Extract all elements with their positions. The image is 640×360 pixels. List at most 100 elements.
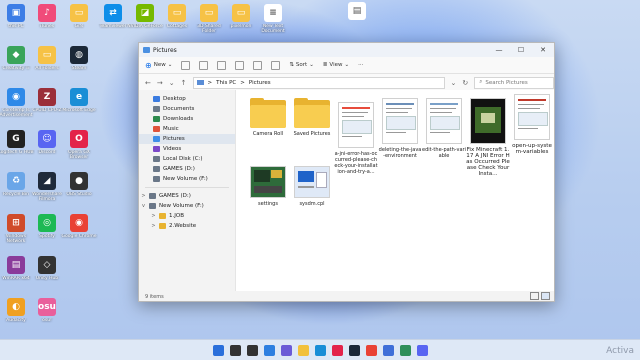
desktop-icon[interactable]: ▭ Gifs bbox=[60, 4, 98, 29]
forward-arrow-icon[interactable]: → bbox=[157, 79, 163, 87]
folder-icon bbox=[153, 156, 160, 162]
image-file-item[interactable]: sysdm.cpl bbox=[290, 166, 334, 207]
tab-pictures[interactable]: Pictures bbox=[143, 47, 177, 54]
view-button[interactable]: ≣ View ⌄ bbox=[323, 62, 349, 68]
sidebar-item[interactable]: > GAMES (D:) bbox=[139, 191, 235, 201]
task-view-icon[interactable] bbox=[246, 344, 258, 356]
sidebar-item-label: Pictures bbox=[163, 136, 185, 142]
sidebar-item-label: Downloads bbox=[163, 116, 194, 122]
discord-icon[interactable] bbox=[416, 344, 428, 356]
file-name-label: a-jni-error-has-occurred-please-check-yo… bbox=[334, 151, 378, 175]
cut-icon[interactable] bbox=[181, 60, 191, 70]
rename-icon[interactable] bbox=[235, 60, 245, 70]
desktop-icon[interactable]: ● OBS Studio bbox=[60, 172, 98, 197]
app-icon: ▤ bbox=[7, 256, 25, 274]
widgets-icon[interactable] bbox=[263, 344, 275, 356]
delete-icon[interactable] bbox=[271, 60, 281, 70]
address-dropdown-icon[interactable]: ⌄ bbox=[451, 79, 457, 87]
desktop-icon[interactable]: e Microsoft Edge bbox=[60, 88, 98, 113]
history-chevron-icon[interactable]: ⌄ bbox=[169, 79, 175, 87]
sidebar-item[interactable]: >1.JOB bbox=[139, 211, 235, 221]
desktop-icon[interactable]: ▤ bbox=[338, 2, 376, 22]
view-toggle bbox=[530, 292, 550, 300]
desktop-icon[interactable]: ◍ Steam bbox=[60, 46, 98, 71]
app-icon: ◉ bbox=[70, 214, 88, 232]
desktop-icon[interactable]: ◉ Google Chrome bbox=[60, 214, 98, 239]
image-file-item[interactable]: edit-the-path-variable bbox=[422, 98, 466, 159]
sidebar-item-label: Documents bbox=[163, 106, 195, 112]
sort-button[interactable]: ⇅ Sort ⌄ bbox=[289, 62, 314, 68]
back-arrow-icon[interactable]: ← bbox=[145, 79, 151, 87]
app-icon[interactable] bbox=[399, 344, 411, 356]
sidebar-item[interactable]: New Volume (F:) bbox=[139, 174, 235, 184]
folder-item[interactable]: Camera Roll bbox=[246, 98, 290, 137]
image-file-item[interactable]: open-up-system-variables bbox=[510, 94, 554, 155]
file-explorer-icon[interactable] bbox=[297, 344, 309, 356]
copy-icon[interactable] bbox=[199, 60, 209, 70]
details-view-icon[interactable] bbox=[530, 292, 539, 300]
breadcrumb-pictures[interactable]: Pictures bbox=[249, 80, 271, 86]
chat-icon[interactable] bbox=[280, 344, 292, 356]
sidebar-item[interactable]: Local Disk (C:) bbox=[139, 154, 235, 164]
large-icons-view-icon[interactable] bbox=[541, 292, 550, 300]
expand-chevron-icon[interactable]: > bbox=[151, 213, 156, 219]
sidebar-item-label: Videos bbox=[163, 146, 182, 152]
breadcrumb-this-pc[interactable]: This PC bbox=[216, 80, 236, 86]
share-icon[interactable] bbox=[253, 60, 263, 70]
image-thumbnail bbox=[470, 98, 506, 144]
app-icon: ♪ bbox=[38, 4, 56, 22]
desktop-icon[interactable]: ≡ New Text Document bbox=[254, 4, 292, 34]
chrome-icon[interactable] bbox=[365, 344, 377, 356]
app-icon: O bbox=[70, 130, 88, 148]
new-label: New bbox=[153, 62, 166, 68]
app-icon: osu bbox=[38, 298, 56, 316]
search-placeholder: Search Pictures bbox=[485, 79, 528, 86]
image-file-item[interactable]: settings bbox=[246, 166, 290, 207]
sidebar-item[interactable]: Pictures bbox=[139, 134, 235, 144]
new-button[interactable]: ⊕ New ⌄ bbox=[145, 61, 172, 70]
image-file-item[interactable]: Fix Minecraft 1.17 A JNI Error Has Occur… bbox=[466, 98, 510, 177]
sidebar-item[interactable]: Downloads bbox=[139, 114, 235, 124]
sidebar-item-label: New Volume (F:) bbox=[159, 203, 204, 209]
close-icon[interactable]: ✕ bbox=[532, 43, 554, 57]
sidebar-item[interactable]: Documents bbox=[139, 104, 235, 114]
steam-icon[interactable] bbox=[348, 344, 360, 356]
maximize-icon[interactable]: ☐ bbox=[510, 43, 532, 57]
refresh-icon[interactable]: ↻ bbox=[462, 79, 468, 87]
sidebar-item-label: Local Disk (C:) bbox=[163, 156, 203, 162]
start-icon[interactable] bbox=[212, 344, 224, 356]
address-bar[interactable]: > This PC > Pictures bbox=[192, 76, 445, 89]
search-input[interactable]: ⌕ Search Pictures bbox=[474, 76, 554, 89]
expand-chevron-icon[interactable]: v bbox=[141, 203, 146, 209]
sidebar-item-label: GAMES (D:) bbox=[159, 193, 191, 199]
paste-icon[interactable] bbox=[217, 60, 227, 70]
image-file-item[interactable]: deleting-the-java-environment bbox=[378, 98, 422, 159]
folder-icon bbox=[153, 116, 160, 122]
image-file-item[interactable]: a-jni-error-has-occurred-please-check-yo… bbox=[334, 102, 378, 175]
folder-item[interactable]: Saved Pictures bbox=[290, 98, 334, 137]
opera-icon[interactable] bbox=[331, 344, 343, 356]
sidebar-item[interactable]: Desktop bbox=[139, 94, 235, 104]
store-icon[interactable] bbox=[382, 344, 394, 356]
sidebar-item[interactable]: Music bbox=[139, 124, 235, 134]
desktop-icon[interactable]: ◇ Unity Hub bbox=[28, 256, 66, 281]
image-thumbnail bbox=[294, 166, 330, 198]
sidebar-item[interactable]: >2.Website bbox=[139, 221, 235, 231]
expand-chevron-icon[interactable]: > bbox=[151, 223, 156, 229]
sidebar-item[interactable]: GAMES (D:) bbox=[139, 164, 235, 174]
edge-icon[interactable] bbox=[314, 344, 326, 356]
breadcrumb-sep: > bbox=[240, 79, 245, 86]
desktop-icon-label: Opera GX Browser bbox=[68, 150, 90, 160]
sidebar-item[interactable]: v New Volume (F:) bbox=[139, 201, 235, 211]
desktop-icon[interactable]: osu osu! bbox=[28, 298, 66, 323]
app-icon: ▭ bbox=[232, 4, 250, 22]
search-icon[interactable] bbox=[229, 344, 241, 356]
sidebar-item[interactable]: Videos bbox=[139, 144, 235, 154]
minimize-icon[interactable]: — bbox=[488, 43, 510, 57]
desktop-icon-label: Gifs bbox=[74, 24, 84, 29]
tab-title: Pictures bbox=[153, 46, 177, 54]
up-arrow-icon[interactable]: ↑ bbox=[181, 79, 187, 87]
desktop-icon[interactable]: O Opera GX Browser bbox=[60, 130, 98, 160]
more-options-button[interactable]: ··· bbox=[358, 62, 363, 68]
expand-chevron-icon[interactable]: > bbox=[141, 193, 146, 199]
